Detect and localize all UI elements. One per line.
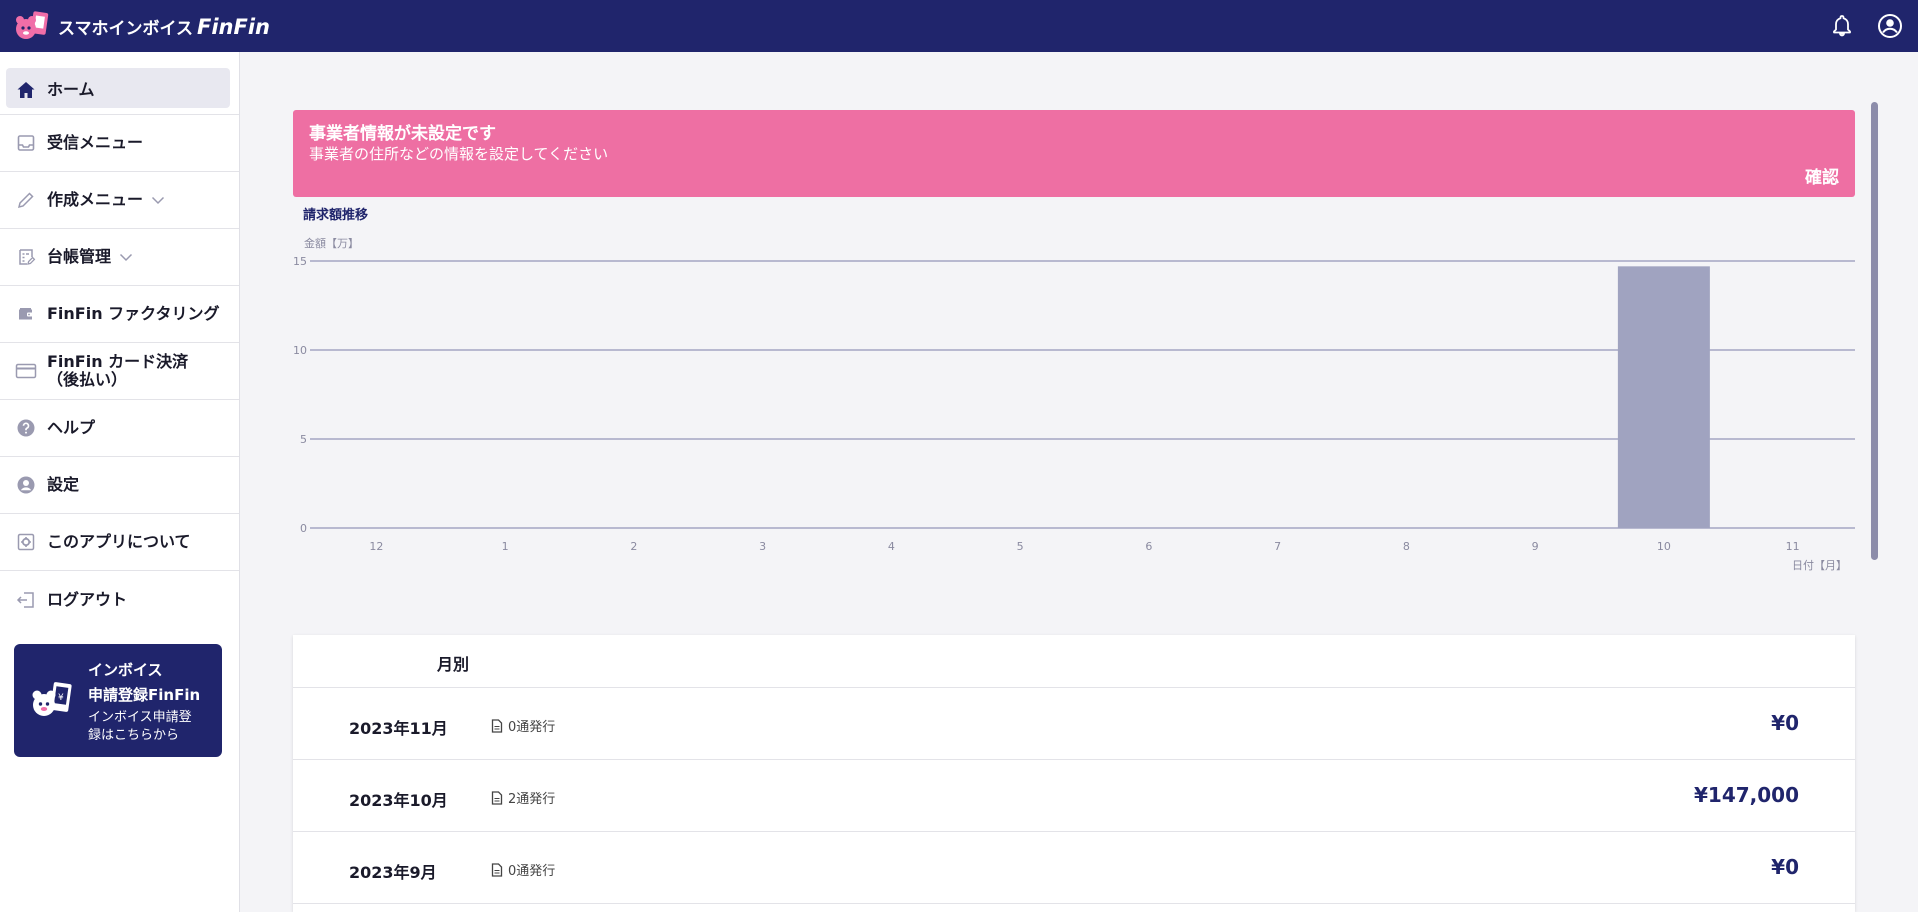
x-tick-label: 9 [1532, 540, 1539, 553]
x-tick-label: 5 [1017, 540, 1024, 553]
invoice-mascot-icon: ¥ [28, 675, 80, 727]
sidebar: ホーム 受信メニュー 作成メニュー 台帳管理 FinFin ファクタリング Fi… [0, 52, 240, 912]
sidebar-item-label: ホーム [47, 80, 95, 99]
home-icon [15, 79, 37, 101]
y-tick-label: 5 [300, 433, 307, 446]
invoice-registration-banner[interactable]: ¥ インボイス 申請登録FinFin インボイス申請登 録はこちらから [14, 644, 222, 757]
sidebar-item-label: ヘルプ [47, 418, 96, 437]
row-amount: ¥0 [1771, 855, 1799, 879]
logo-mascot-icon [12, 7, 56, 45]
sidebar-item-label: ログアウト [47, 589, 128, 609]
banner-subtitle: 録はこちらから [88, 727, 180, 743]
x-tick-label: 3 [759, 540, 766, 553]
ledger-icon [15, 246, 37, 268]
x-tick-label: 8 [1403, 540, 1410, 553]
x-tick-label: 2 [630, 540, 637, 553]
credit-card-icon [15, 360, 37, 382]
chart-title: 請求額推移 [303, 208, 369, 223]
y-axis-label: 金額【万】 [304, 236, 359, 250]
banner-title: 申請登録FinFin [88, 685, 201, 704]
svg-text:¥: ¥ [58, 693, 64, 703]
x-tick-label: 1 [502, 540, 509, 553]
row-month: 2023年10月 [349, 791, 448, 810]
account-circle-icon[interactable] [1876, 12, 1904, 40]
x-tick-label: 10 [1657, 540, 1671, 553]
row-count: 0通発行 [508, 864, 556, 879]
sidebar-item-help[interactable]: ヘルプ [0, 400, 239, 457]
sidebar-item-label: FinFin ファクタリング [47, 304, 220, 323]
x-tick-label: 12 [369, 540, 383, 553]
chevron-down-icon [151, 195, 165, 205]
banner-title: インボイス [88, 660, 163, 679]
sidebar-item-home[interactable]: ホーム [0, 52, 239, 115]
pencil-icon [15, 189, 37, 211]
row-count: 0通発行 [508, 720, 556, 735]
y-tick-label: 15 [293, 255, 307, 268]
sidebar-item-card-payment[interactable]: FinFin カード決済 （後払い） [0, 343, 239, 400]
logo-text: スマホインボイス [58, 18, 193, 39]
table-header: 月別 [293, 635, 1855, 688]
row-count: 2通発行 [508, 792, 556, 807]
inbox-icon [15, 132, 37, 154]
y-tick-label: 0 [300, 522, 307, 535]
table-header-label: 月別 [437, 655, 470, 674]
sidebar-item-label: このアプリについて [47, 532, 191, 551]
bell-icon[interactable] [1828, 12, 1856, 40]
app-logo[interactable]: スマホインボイス FinFin [12, 7, 270, 45]
alert-title: 事業者情報が未設定です [309, 124, 496, 144]
document-icon [491, 790, 503, 805]
banner-subtitle: インボイス申請登 [88, 709, 192, 725]
chart-bar [1617, 266, 1710, 528]
logout-icon [15, 589, 37, 611]
alert-message: 事業者の住所などの情報を設定してください [309, 145, 609, 163]
sidebar-item-inbox[interactable]: 受信メニュー [0, 115, 239, 172]
y-tick-label: 10 [293, 344, 307, 357]
x-tick-label: 6 [1145, 540, 1152, 553]
table-row[interactable]: 2023年11月 0通発行 ¥0 [293, 688, 1855, 760]
x-axis-label: 日付【月】 [1792, 559, 1847, 572]
row-amount: ¥147,000 [1693, 783, 1799, 807]
monthly-table: 月別 2023年11月 0通発行 ¥0 2023年10月 2通発行 ¥147,0… [293, 635, 1855, 912]
sidebar-item-factoring[interactable]: FinFin ファクタリング [0, 286, 239, 343]
document-icon [491, 718, 503, 733]
sidebar-item-about[interactable]: このアプリについて [0, 514, 239, 571]
sidebar-item-logout[interactable]: ログアウト [0, 571, 239, 628]
settings-box-icon [15, 531, 37, 553]
invoice-amount-chart: 金額【万】05101512 1 2 3 4 5 6 7 8 9 10 11日付【月】 [293, 236, 1855, 572]
row-month: 2023年9月 [349, 863, 437, 882]
business-info-alert[interactable]: 事業者情報が未設定です 事業者の住所などの情報を設定してください 確認 [293, 110, 1855, 197]
sidebar-item-create[interactable]: 作成メニュー [0, 172, 239, 229]
app-header: スマホインボイス FinFin [0, 0, 1918, 52]
scrollbar[interactable] [1871, 102, 1878, 560]
x-tick-label: 11 [1786, 540, 1800, 553]
logo-brand: FinFin [196, 14, 270, 39]
sidebar-item-label: FinFin カード決済 [47, 352, 189, 371]
document-icon [491, 862, 503, 877]
sidebar-item-label: 受信メニュー [47, 133, 144, 152]
table-row[interactable]: 2023年9月 0通発行 ¥0 [293, 832, 1855, 904]
row-month: 2023年11月 [349, 719, 448, 738]
sidebar-item-label: 設定 [47, 475, 80, 494]
alert-confirm-button[interactable]: 確認 [1805, 163, 1839, 188]
table-row[interactable]: 2023年10月 2通発行 ¥147,000 [293, 760, 1855, 832]
sidebar-item-settings[interactable]: 設定 [0, 457, 239, 514]
chevron-down-icon [119, 252, 133, 262]
help-icon [15, 417, 37, 439]
sidebar-item-ledger[interactable]: 台帳管理 [0, 229, 239, 286]
x-tick-label: 7 [1274, 540, 1281, 553]
row-amount: ¥0 [1771, 711, 1799, 735]
sidebar-item-label: 作成メニュー [47, 190, 144, 209]
sidebar-item-label-sub: （後払い） [47, 370, 128, 389]
sidebar-item-label: 台帳管理 [47, 247, 112, 266]
account-icon [15, 474, 37, 496]
wallet-icon [15, 303, 37, 325]
x-tick-label: 4 [888, 540, 895, 553]
